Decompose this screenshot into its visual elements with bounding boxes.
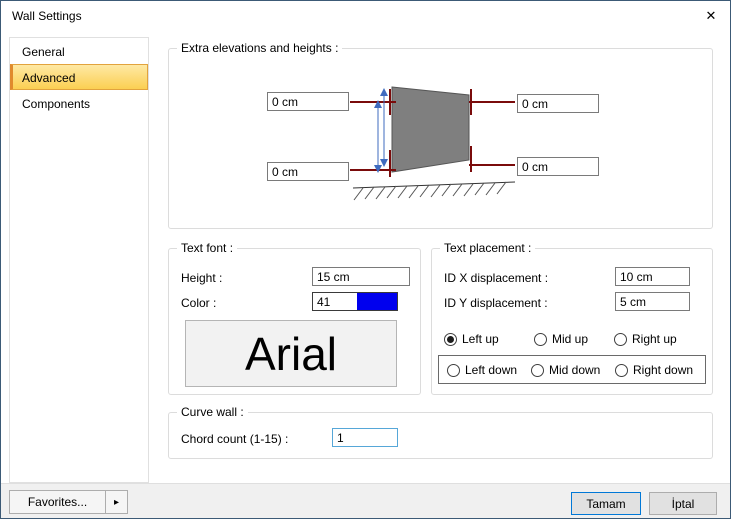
radio-circle (615, 364, 628, 377)
radio-circle (614, 333, 627, 346)
font-color-swatch (357, 293, 397, 310)
radio-label: Left down (465, 363, 517, 377)
font-color-field[interactable]: 41 (312, 292, 398, 311)
elevation-bottom-right-input[interactable] (517, 157, 599, 176)
favorites-label: Favorites... (10, 491, 105, 513)
group-text-placement: Text placement : ID X displacement : ID … (431, 248, 713, 395)
radio-right-down[interactable]: Right down (615, 363, 693, 377)
radio-label: Mid down (549, 363, 600, 377)
sidebar-item-general[interactable]: General (10, 38, 148, 64)
window-title: Wall Settings (12, 9, 82, 23)
id-y-displacement-input[interactable] (615, 292, 690, 311)
radio-circle (531, 364, 544, 377)
favorites-arrow-icon: ▸ (105, 491, 127, 513)
elevation-top-right-input[interactable] (517, 94, 599, 113)
favorites-button[interactable]: Favorites... ▸ (9, 490, 128, 514)
group-title: Text placement : (440, 241, 535, 255)
color-label: Color : (181, 296, 216, 310)
radio-left-down[interactable]: Left down (447, 363, 517, 377)
group-title: Text font : (177, 241, 237, 255)
elevation-bottom-left-input[interactable] (267, 162, 349, 181)
sidebar-item-label: Advanced (22, 71, 75, 85)
group-text-font: Text font : Height : Color : 41 Arial (168, 248, 421, 395)
radio-mid-up[interactable]: Mid up (534, 332, 588, 346)
wall-elevation-diagram (169, 49, 712, 228)
down-placement-box: Left down Mid down Right down (438, 355, 706, 384)
radio-label: Right down (633, 363, 693, 377)
font-preview-text: Arial (245, 327, 337, 381)
group-title: Curve wall : (177, 405, 248, 419)
radio-circle (447, 364, 460, 377)
radio-right-up[interactable]: Right up (614, 332, 677, 346)
id-x-displacement-label: ID X displacement : (444, 271, 548, 285)
elevation-top-left-input[interactable] (267, 92, 349, 111)
sidebar-item-label: General (22, 45, 65, 59)
group-extra-elevations: Extra elevations and heights : (168, 48, 713, 229)
radio-circle (534, 333, 547, 346)
sidebar-item-components[interactable]: Components (10, 90, 148, 116)
id-y-displacement-label: ID Y displacement : (444, 296, 548, 310)
close-icon[interactable]: ✕ (698, 5, 724, 27)
radio-label: Mid up (552, 332, 588, 346)
radio-label: Left up (462, 332, 499, 346)
radio-label: Right up (632, 332, 677, 346)
id-x-displacement-input[interactable] (615, 267, 690, 286)
titlebar: Wall Settings ✕ (1, 1, 730, 31)
font-height-input[interactable] (312, 267, 410, 286)
font-preview[interactable]: Arial (185, 320, 397, 387)
sidebar-item-label: Components (22, 97, 90, 111)
height-label: Height : (181, 271, 222, 285)
chord-count-label: Chord count (1-15) : (181, 432, 288, 446)
radio-left-up[interactable]: Left up (444, 332, 499, 346)
chord-count-input[interactable] (332, 428, 398, 447)
sidebar-item-advanced[interactable]: Advanced (10, 64, 148, 90)
footer-bar: Favorites... ▸ Tamam İptal (1, 484, 730, 518)
cancel-button[interactable]: İptal (649, 492, 717, 515)
radio-mid-down[interactable]: Mid down (531, 363, 600, 377)
radio-circle (444, 333, 457, 346)
category-list: General Advanced Components (9, 37, 149, 483)
group-curve-wall: Curve wall : Chord count (1-15) : (168, 412, 713, 459)
ok-button[interactable]: Tamam (571, 492, 641, 515)
wall-settings-dialog: { "window": { "title": "Wall Settings", … (0, 0, 731, 519)
font-color-index: 41 (313, 293, 357, 310)
